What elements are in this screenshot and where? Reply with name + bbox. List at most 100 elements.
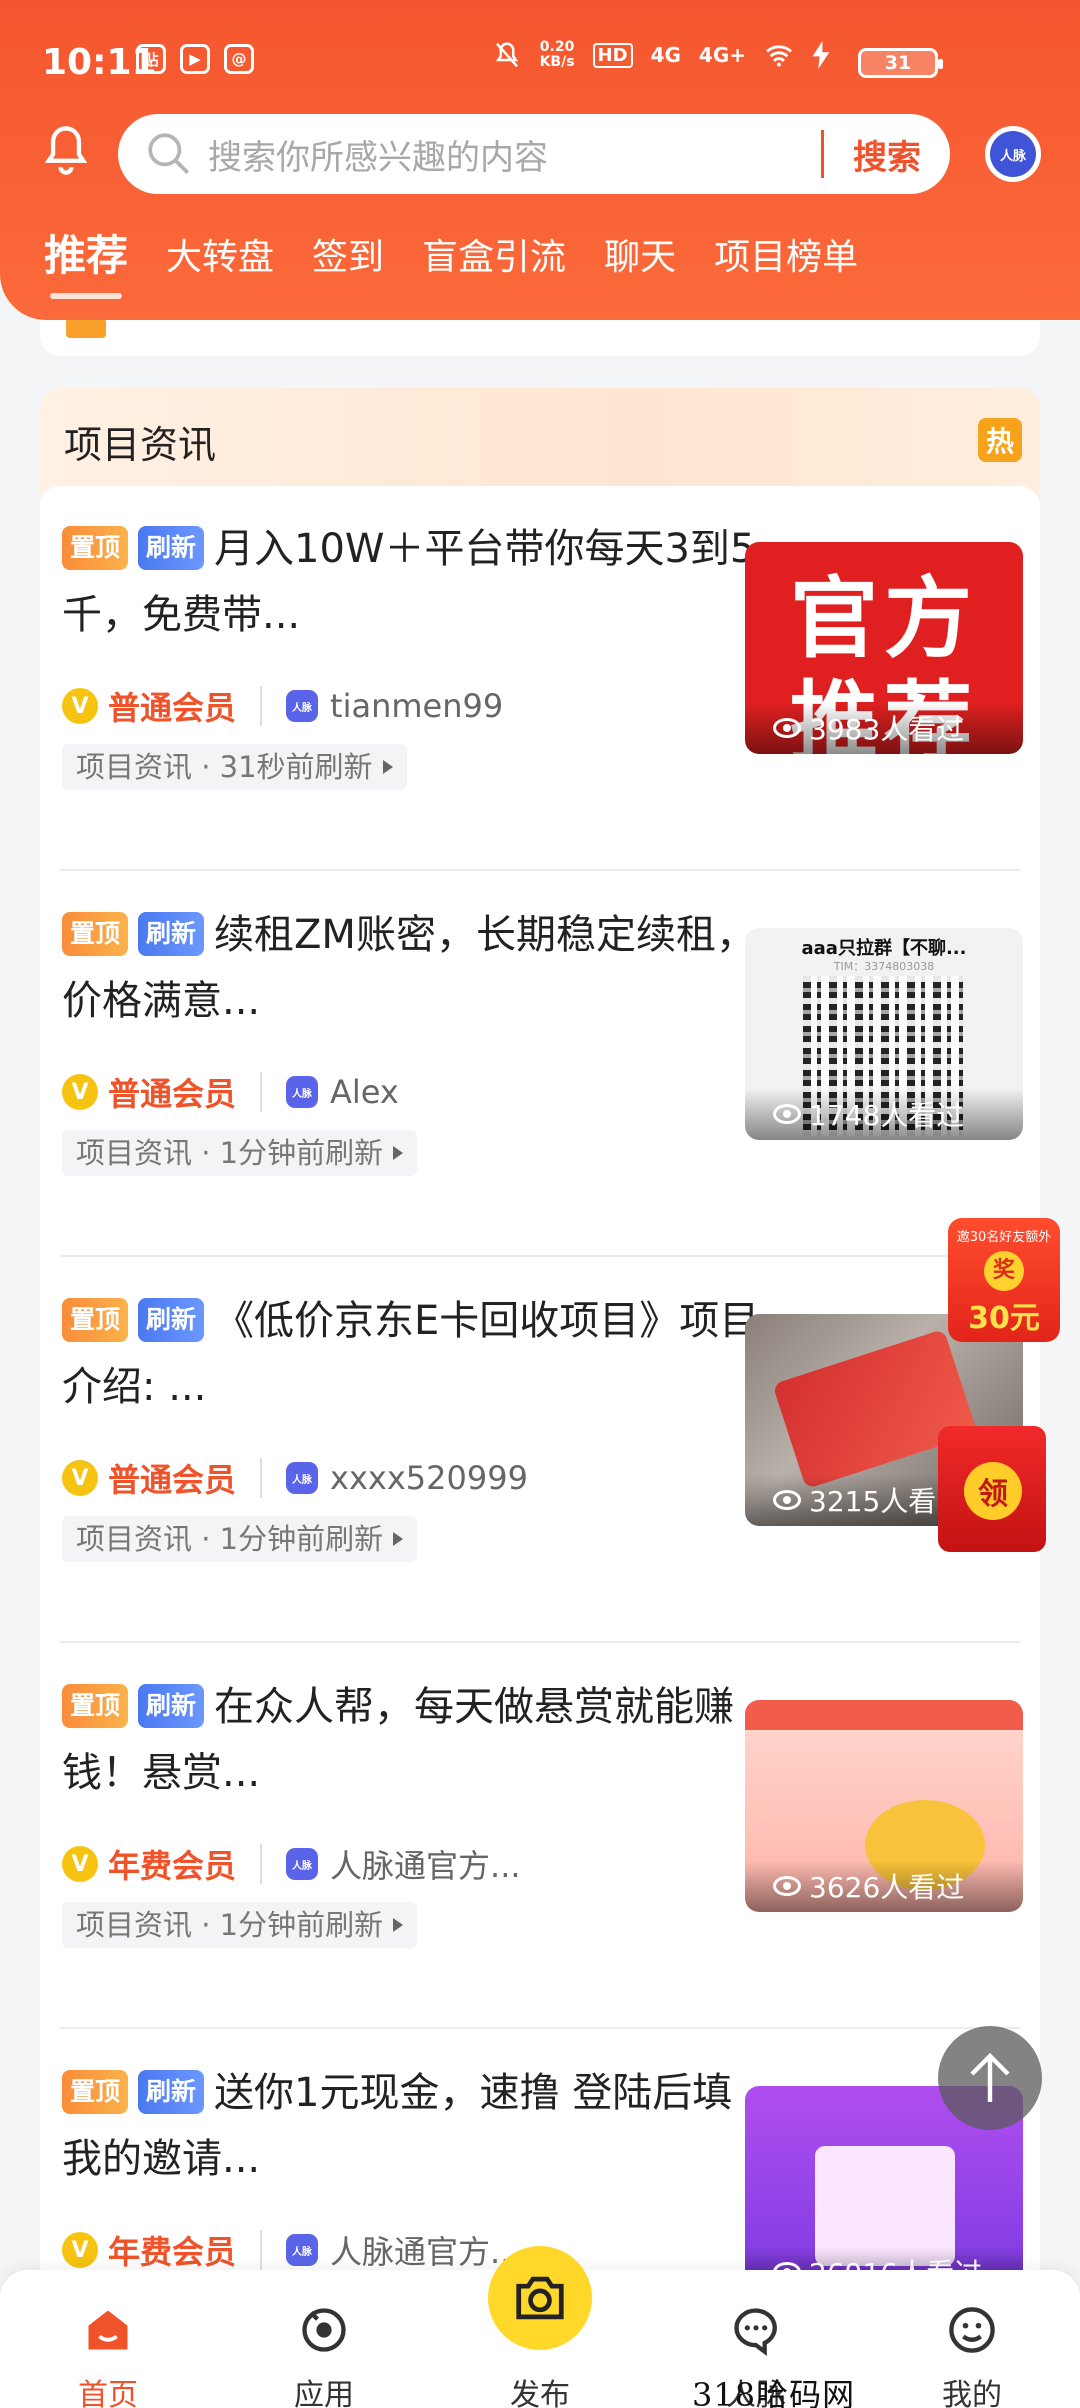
refreshed-tag: 刷新 xyxy=(138,526,205,570)
reward-amount: 30元 xyxy=(968,1301,1040,1336)
list-item[interactable]: 置顶 刷新 在众人帮，每天做悬赏就能赚钱！悬赏... V 年费会员 人脉 人脉通官方… xyxy=(40,1644,1040,2029)
item-meta: V 普通会员 人脉 xxxx520999 xyxy=(62,1454,528,1502)
view-count: 3983人看过 xyxy=(745,702,1023,754)
tab-recommend[interactable]: 推荐 xyxy=(44,222,128,299)
user-icon: 人脉 xyxy=(286,1076,319,1108)
refreshed-tag: 刷新 xyxy=(138,1298,205,1342)
item-title-wrap: 置顶 刷新 《低价京东E卡回收项目》项目介绍: ... xyxy=(62,1288,762,1420)
search-input[interactable]: 搜索你所感兴趣的内容 xyxy=(208,130,821,179)
category-text: 项目资讯 · 31秒前刷新 xyxy=(76,750,373,784)
row-separator xyxy=(60,2027,1020,2029)
category-text: 项目资讯 · 1分钟前刷新 xyxy=(76,1522,384,1556)
tieba-notification-icon: 贴 xyxy=(136,44,166,74)
thumb-banner xyxy=(745,1700,1023,1730)
view-count: 1748人看过 xyxy=(745,1088,1023,1140)
tab-ranking[interactable]: 项目榜单 xyxy=(714,228,858,289)
member-level: 普通会员 xyxy=(108,689,237,727)
section-header: 项目资讯 热 xyxy=(40,388,1040,498)
tab-wheel[interactable]: 大转盘 xyxy=(166,228,274,289)
nav-label: 应用 xyxy=(294,2378,354,2408)
username[interactable]: 人脉通官方... xyxy=(330,2227,521,2273)
row-separator xyxy=(60,1255,1020,1257)
row-separator xyxy=(60,869,1020,871)
vip-icon: V xyxy=(62,2232,98,2268)
bell-icon[interactable] xyxy=(40,122,92,178)
mute-icon xyxy=(495,42,518,68)
nav-home[interactable]: 首页 xyxy=(28,2270,188,2408)
video-notification-icon: ▶ xyxy=(180,44,210,74)
signal-4g-icon: 4G xyxy=(650,43,681,67)
scroll-to-top-button[interactable] xyxy=(938,2026,1042,2130)
invite-reward-badge[interactable]: 邀30名好友额外 奖 30元 xyxy=(948,1218,1060,1342)
invite-text: 邀30名好友额外 xyxy=(956,1230,1052,1245)
red-packet-button[interactable]: 领 xyxy=(938,1426,1046,1552)
publish-button[interactable] xyxy=(488,2246,592,2350)
vip-icon: V xyxy=(62,1846,98,1882)
red-packet-icon: 领 xyxy=(964,1462,1022,1520)
signal-4g-plus-icon: 4G+ xyxy=(698,43,746,67)
item-thumbnail[interactable]: 官方 推荐 3983人看过 xyxy=(745,542,1023,754)
member-level: 年费会员 xyxy=(108,1847,237,1885)
category-chip[interactable]: 项目资讯 · 1分钟前刷新 xyxy=(62,1902,418,1948)
list-item[interactable]: 置顶 刷新 《低价京东E卡回收项目》项目介绍: ... V 普通会员 人脉 xxxx… xyxy=(40,1258,1040,1643)
avatar-label: 人脉 xyxy=(990,131,1036,177)
hot-badge: 热 xyxy=(978,418,1022,462)
tab-chat[interactable]: 聊天 xyxy=(604,228,676,289)
member-level: 普通会员 xyxy=(108,1461,237,1499)
vip-icon: V xyxy=(62,1074,98,1110)
item-title-wrap: 置顶 刷新 送你1元现金，速撸 登陆后填我的邀请... xyxy=(62,2060,762,2192)
row-separator xyxy=(60,1641,1020,1643)
charging-icon xyxy=(812,41,830,69)
user-icon: 人脉 xyxy=(286,690,319,722)
list-item[interactable]: 置顶 刷新 月入10W＋平台带你每天3到5千，免费带... V 普通会员 人脉 ti… xyxy=(40,486,1040,871)
username[interactable]: xxxx520999 xyxy=(330,1459,528,1497)
category-chip[interactable]: 项目资讯 · 31秒前刷新 xyxy=(62,744,407,790)
tab-checkin[interactable]: 签到 xyxy=(312,228,384,289)
user-icon: 人脉 xyxy=(286,1462,319,1494)
item-thumbnail[interactable]: aaa只拉群【不聊... TIM：3374803038 1748人看过 xyxy=(745,928,1023,1140)
pinned-tag: 置顶 xyxy=(62,526,129,570)
item-title-wrap: 置顶 刷新 月入10W＋平台带你每天3到5千，免费带... xyxy=(62,516,762,648)
item-meta: V 年费会员 人脉 人脉通官方... xyxy=(62,1840,521,1888)
view-text: 3983人看过 xyxy=(809,713,965,746)
nav-label: 首页 xyxy=(78,2378,138,2408)
refreshed-tag: 刷新 xyxy=(138,1684,205,1728)
caret-right-icon xyxy=(393,1918,404,1932)
list-item[interactable]: 置顶 刷新 续租ZM账密，长期稳定续租，价格满意... V 普通会员 人脉 Alex… xyxy=(40,872,1040,1257)
battery-indicator: 31 xyxy=(858,48,943,78)
hd-icon: HD xyxy=(592,42,633,68)
user-icon: 人脉 xyxy=(286,1848,319,1880)
pinned-tag: 置顶 xyxy=(62,1298,129,1342)
caret-right-icon xyxy=(393,1146,404,1160)
member-level: 年费会员 xyxy=(108,2233,237,2271)
header: 10:11 贴 ▶ @ 0.20 KB/s HD 4G 4G+ 31 搜索你所感… xyxy=(0,0,1080,320)
eye-icon xyxy=(773,718,801,738)
username[interactable]: 人脉通官方... xyxy=(330,1841,521,1887)
category-text: 项目资讯 · 1分钟前刷新 xyxy=(76,1136,384,1170)
item-thumbnail[interactable]: 3626人看过 xyxy=(745,1700,1023,1912)
news-list: 置顶 刷新 月入10W＋平台带你每天3到5千，免费带... V 普通会员 人脉 ti… xyxy=(40,486,1040,2298)
app-notification-icon: @ xyxy=(224,44,254,74)
user-icon: 人脉 xyxy=(286,2234,319,2266)
username[interactable]: Alex xyxy=(330,1073,399,1111)
item-meta: V 普通会员 人脉 Alex xyxy=(62,1068,399,1116)
avatar[interactable]: 人脉 xyxy=(985,126,1041,182)
eye-icon xyxy=(773,1104,801,1124)
tab-blindbox[interactable]: 盲盒引流 xyxy=(422,228,566,289)
search-icon xyxy=(148,133,190,175)
net-speed: 0.20 KB/s xyxy=(539,39,575,70)
username[interactable]: tianmen99 xyxy=(330,687,503,725)
category-chip[interactable]: 项目资讯 · 1分钟前刷新 xyxy=(62,1516,418,1562)
category-chip[interactable]: 项目资讯 · 1分钟前刷新 xyxy=(62,1130,418,1176)
thumb-text: aaa只拉群【不聊... xyxy=(801,938,967,959)
divider xyxy=(260,1458,263,1498)
search-button[interactable]: 搜索 xyxy=(824,130,950,179)
divider xyxy=(260,1072,263,1112)
section-title: 项目资讯 xyxy=(64,423,217,467)
home-icon xyxy=(88,2310,128,2350)
item-meta: V 年费会员 人脉 人脉通官方... xyxy=(62,2226,521,2274)
caret-right-icon xyxy=(382,760,393,774)
nav-apps[interactable]: 应用 xyxy=(244,2270,404,2408)
smiley-icon xyxy=(949,2307,995,2353)
search-bar[interactable]: 搜索你所感兴趣的内容 搜索 xyxy=(118,114,950,194)
